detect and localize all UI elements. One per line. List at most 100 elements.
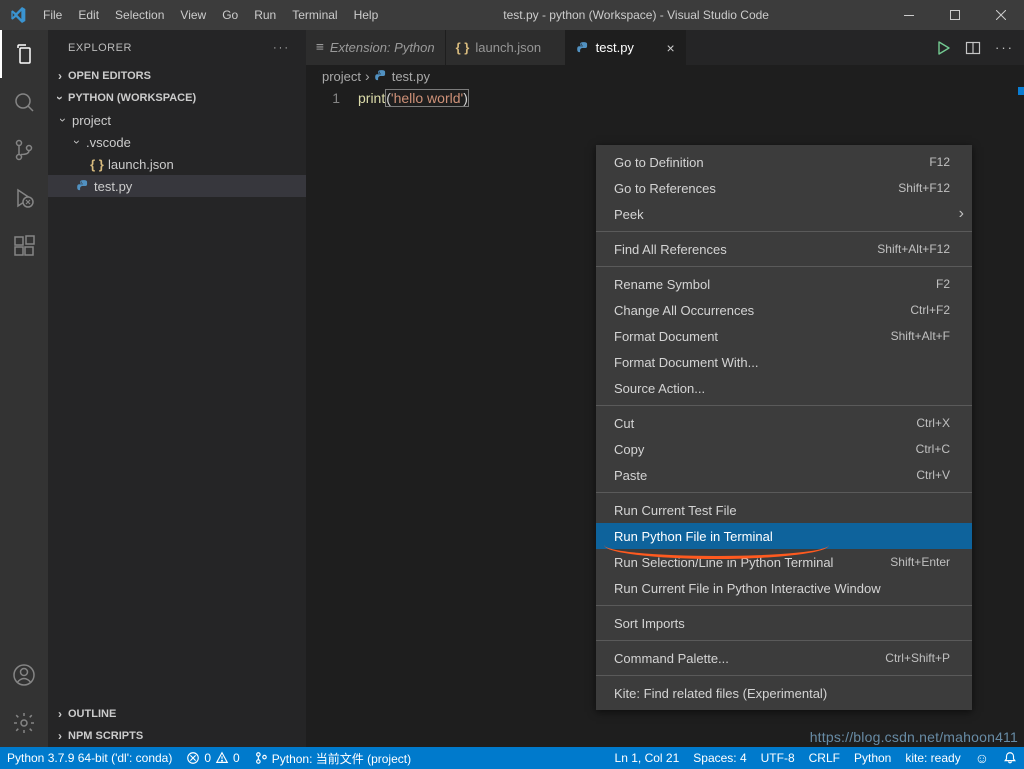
context-menu-item[interactable]: PasteCtrl+V — [596, 462, 972, 488]
python-file-icon — [576, 41, 590, 55]
status-notifications-icon[interactable] — [996, 747, 1024, 769]
context-menu-item[interactable]: Run Python File in Terminal — [596, 523, 972, 549]
close-button[interactable] — [978, 0, 1024, 30]
context-menu-item[interactable]: CutCtrl+X — [596, 410, 972, 436]
context-menu-label: Copy — [614, 442, 644, 457]
context-menu-label: Format Document With... — [614, 355, 758, 370]
warning-count: 0 — [233, 751, 240, 765]
context-menu-item[interactable]: Run Selection/Line in Python TerminalShi… — [596, 549, 972, 575]
context-menu-item[interactable]: Peek — [596, 201, 972, 227]
tree-folder-project[interactable]: › project — [48, 109, 306, 131]
minimize-button[interactable] — [886, 0, 932, 30]
context-menu-label: Source Action... — [614, 381, 705, 396]
tree-folder-vscode[interactable]: › .vscode — [48, 131, 306, 153]
menu-go[interactable]: Go — [214, 0, 246, 30]
extension-icon: ≡ — [316, 40, 324, 55]
minimap[interactable] — [1018, 87, 1024, 95]
context-menu-item[interactable]: Format Document With... — [596, 349, 972, 375]
tree-file-launch[interactable]: { } launch.json — [48, 153, 306, 175]
npm-scripts-section[interactable]: › NPM SCRIPTS — [48, 725, 306, 747]
menu-help[interactable]: Help — [346, 0, 387, 30]
menu-terminal[interactable]: Terminal — [284, 0, 345, 30]
context-menu-item[interactable]: CopyCtrl+C — [596, 436, 972, 462]
status-problems[interactable]: 0 0 — [179, 747, 246, 769]
json-file-icon: { } — [88, 157, 106, 172]
editor-context-menu[interactable]: Go to DefinitionF12Go to ReferencesShift… — [596, 145, 972, 710]
context-menu-label: Sort Imports — [614, 616, 685, 631]
menu-edit[interactable]: Edit — [70, 0, 107, 30]
status-cursor-position[interactable]: Ln 1, Col 21 — [608, 747, 687, 769]
status-python-interpreter[interactable]: Python 3.7.9 64-bit ('dl': conda) — [0, 747, 179, 769]
token-string: 'hello world' — [391, 90, 463, 106]
file-tree: › project › .vscode { } launch.json test… — [48, 109, 306, 197]
menu-bar: File Edit Selection View Go Run Terminal… — [35, 0, 386, 30]
status-kite[interactable]: kite: ready — [898, 747, 967, 769]
context-menu-label: Run Current File in Python Interactive W… — [614, 581, 881, 596]
context-menu-label: Rename Symbol — [614, 277, 710, 292]
explorer-title: EXPLORER ··· — [48, 30, 306, 65]
run-debug-activity-icon[interactable] — [0, 174, 48, 222]
context-menu-item[interactable]: Rename SymbolF2 — [596, 271, 972, 297]
context-menu-item[interactable]: Go to ReferencesShift+F12 — [596, 175, 972, 201]
menu-view[interactable]: View — [172, 0, 214, 30]
search-activity-icon[interactable] — [0, 78, 48, 126]
titlebar: File Edit Selection View Go Run Terminal… — [0, 0, 1024, 30]
line-number: 1 — [306, 87, 358, 747]
status-language[interactable]: Python — [847, 747, 898, 769]
more-icon[interactable]: ··· — [273, 42, 290, 54]
tab-extension-python[interactable]: ≡ Extension: Python — [306, 30, 446, 65]
context-menu-label: Run Current Test File — [614, 503, 737, 518]
accounts-activity-icon[interactable] — [0, 651, 48, 699]
context-menu-item[interactable]: Run Current Test File — [596, 497, 972, 523]
maximize-button[interactable] — [932, 0, 978, 30]
open-editors-label: OPEN EDITORS — [68, 70, 151, 82]
workspace-section[interactable]: › PYTHON (WORKSPACE) — [48, 87, 306, 109]
context-menu-item[interactable]: Kite: Find related files (Experimental) — [596, 680, 972, 706]
more-actions-icon[interactable]: ··· — [995, 40, 1014, 55]
close-tab-icon[interactable]: × — [666, 40, 674, 56]
status-feedback-icon[interactable]: ☺ — [968, 747, 996, 769]
context-menu-label: Change All Occurrences — [614, 303, 754, 318]
status-eol[interactable]: CRLF — [802, 747, 847, 769]
run-file-icon[interactable] — [935, 40, 951, 56]
status-debug-label: Python: 当前文件 (project) — [272, 750, 411, 767]
chevron-right-icon: › — [365, 68, 370, 84]
status-encoding[interactable]: UTF-8 — [754, 747, 802, 769]
open-editors-section[interactable]: › OPEN EDITORS — [48, 65, 306, 87]
tab-launch-json[interactable]: { } launch.json — [446, 30, 566, 65]
outline-section[interactable]: › OUTLINE — [48, 703, 306, 725]
context-menu-item[interactable]: Go to DefinitionF12 — [596, 149, 972, 175]
keyboard-shortcut: Ctrl+Shift+P — [885, 651, 950, 665]
context-menu-item[interactable]: Find All ReferencesShift+Alt+F12 — [596, 236, 972, 262]
status-indent[interactable]: Spaces: 4 — [686, 747, 753, 769]
context-menu-item[interactable]: Sort Imports — [596, 610, 972, 636]
workspace-label: PYTHON (WORKSPACE) — [68, 92, 196, 104]
keyboard-shortcut: Shift+Alt+F12 — [877, 242, 950, 256]
settings-activity-icon[interactable] — [0, 699, 48, 747]
context-menu-item[interactable]: Change All OccurrencesCtrl+F2 — [596, 297, 972, 323]
extensions-activity-icon[interactable] — [0, 222, 48, 270]
python-file-icon — [74, 179, 92, 193]
explorer-activity-icon[interactable] — [0, 30, 48, 78]
status-debug-config[interactable]: Python: 当前文件 (project) — [247, 747, 418, 769]
tab-test-py[interactable]: test.py × — [566, 30, 686, 65]
source-control-activity-icon[interactable] — [0, 126, 48, 174]
code-line[interactable]: print('hello world') — [358, 87, 469, 747]
keyboard-shortcut: Ctrl+V — [916, 468, 950, 482]
breadcrumb-item[interactable]: test.py — [392, 69, 430, 84]
context-menu-item[interactable]: Format DocumentShift+Alt+F — [596, 323, 972, 349]
context-menu-item[interactable]: Source Action... — [596, 375, 972, 401]
menu-selection[interactable]: Selection — [107, 0, 172, 30]
context-menu-item[interactable]: Command Palette... Ctrl+Shift+P — [596, 645, 972, 671]
tree-file-testpy[interactable]: test.py — [48, 175, 306, 197]
context-menu-item[interactable]: Run Current File in Python Interactive W… — [596, 575, 972, 601]
breadcrumb-item[interactable]: project — [322, 69, 361, 84]
explorer-sidebar: EXPLORER ··· › OPEN EDITORS › PYTHON (WO… — [48, 30, 306, 747]
menu-file[interactable]: File — [35, 0, 70, 30]
menu-run[interactable]: Run — [246, 0, 284, 30]
npm-label: NPM SCRIPTS — [68, 730, 143, 742]
split-editor-icon[interactable] — [965, 40, 981, 56]
context-menu-label: Command Palette... — [614, 651, 729, 666]
breadcrumbs[interactable]: project › test.py — [306, 65, 1024, 87]
tab-label: test.py — [596, 40, 634, 55]
